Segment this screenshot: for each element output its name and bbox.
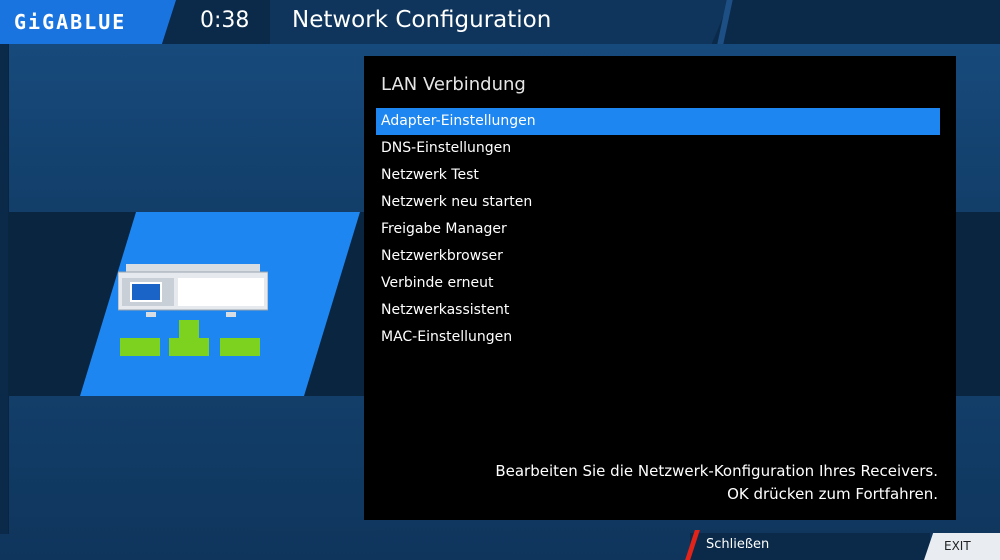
close-button[interactable]: Schließen: [706, 537, 769, 552]
network-node-top: [179, 320, 199, 338]
menu-heading: LAN Verbindung: [381, 74, 526, 95]
menu-item-network-test[interactable]: Netzwerk Test: [376, 162, 940, 189]
menu-description: Bearbeiten Sie die Netzwerk-Konfiguratio…: [378, 460, 938, 506]
menu-panel: LAN Verbindung Adapter-Einstellungen DNS…: [364, 56, 956, 520]
menu-list: Adapter-Einstellungen DNS-Einstellungen …: [376, 108, 940, 351]
network-node-center: [169, 338, 209, 356]
network-node-right: [220, 338, 260, 356]
menu-item-mac-settings[interactable]: MAC-Einstellungen: [376, 324, 940, 351]
exit-button[interactable]: EXIT: [944, 539, 971, 553]
icon-panel: [80, 212, 360, 396]
page-title: Network Configuration: [292, 7, 552, 33]
left-frame-edge: [0, 44, 9, 534]
description-line-2: OK drücken zum Fortfahren.: [727, 485, 938, 503]
description-line-1: Bearbeiten Sie die Netzwerk-Konfiguratio…: [495, 462, 938, 480]
menu-item-dns-settings[interactable]: DNS-Einstellungen: [376, 135, 940, 162]
network-node-left: [120, 338, 160, 356]
menu-item-network-wizard[interactable]: Netzwerkassistent: [376, 297, 940, 324]
device-top-shape: [126, 264, 260, 272]
clock: 0:38: [200, 8, 250, 33]
logo-block: GiGABLUE: [0, 0, 176, 44]
device-drive-bay-shape: [178, 278, 264, 306]
device-foot-right: [226, 312, 236, 317]
device-foot-left: [146, 312, 156, 317]
menu-item-network-browser[interactable]: Netzwerkbrowser: [376, 243, 940, 270]
menu-item-share-manager[interactable]: Freigabe Manager: [376, 216, 940, 243]
header-bar: GiGABLUE 0:38 Network Configuration: [0, 0, 1000, 44]
menu-item-restart-network[interactable]: Netzwerk neu starten: [376, 189, 940, 216]
network-device-icon: [118, 264, 268, 356]
menu-item-reconnect[interactable]: Verbinde erneut: [376, 270, 940, 297]
menu-item-adapter-settings[interactable]: Adapter-Einstellungen: [376, 108, 940, 135]
device-screen-shape: [130, 282, 162, 302]
brand-logo: GiGABLUE: [14, 10, 127, 34]
